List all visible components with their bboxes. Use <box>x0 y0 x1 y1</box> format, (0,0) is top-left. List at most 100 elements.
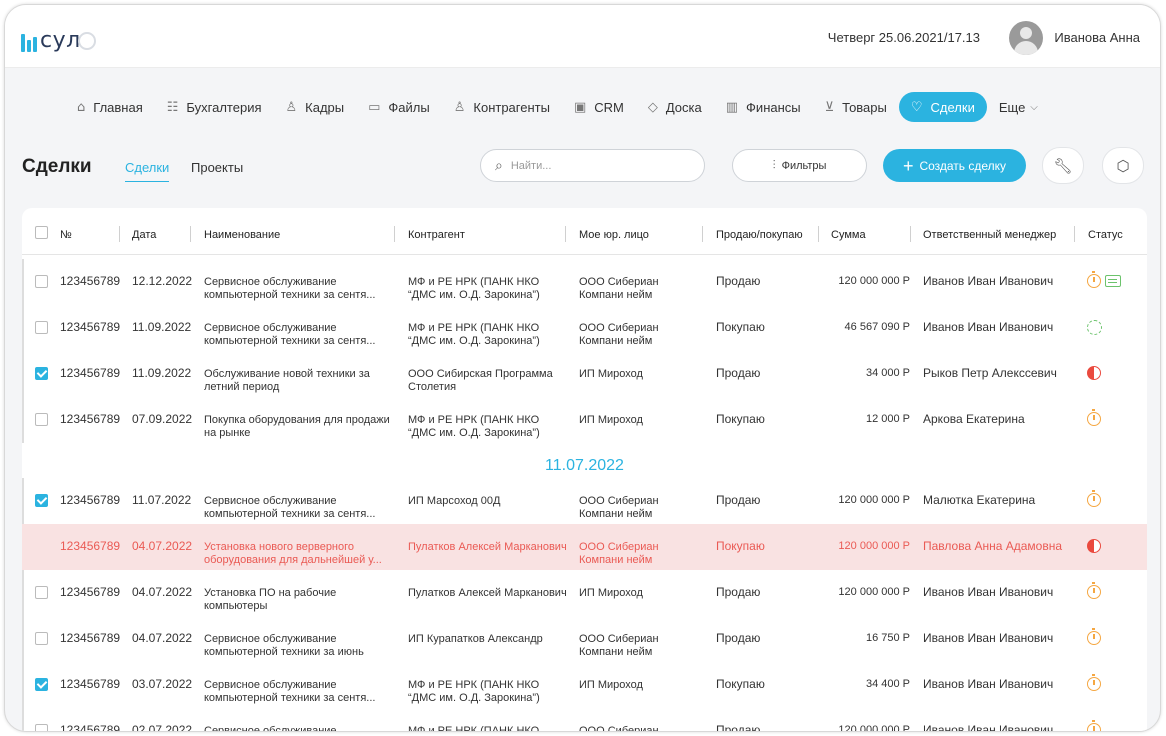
row-accent-bar <box>22 305 24 351</box>
nav-item-3[interactable]: ▭ Файлы <box>356 92 442 122</box>
user-avatar[interactable] <box>1009 21 1043 55</box>
filters-button[interactable]: ⫶ Фильтры <box>732 149 867 182</box>
responsible-manager: Малютка Екатерина <box>923 493 1036 507</box>
row-checkbox[interactable] <box>35 275 48 288</box>
tab-projects[interactable]: Проекты <box>191 160 243 175</box>
deal-number: 123456789 <box>60 631 121 645</box>
status-cell[interactable] <box>1087 271 1121 288</box>
nav-item-10[interactable]: Еще ⌵ <box>987 92 1050 122</box>
nav-item-label: Главная <box>93 99 143 115</box>
row-checkbox[interactable] <box>35 413 48 426</box>
row-checkbox[interactable] <box>35 724 48 731</box>
timer-status-icon <box>1087 628 1101 645</box>
deal-date: 02.07.2022 <box>132 723 193 732</box>
responsible-manager: Иванов Иван Иванович <box>923 320 1054 334</box>
deal-type: Покупаю <box>716 320 765 334</box>
nav-item-6[interactable]: ◇ Доска <box>636 92 714 122</box>
table-row[interactable]: 123456789 07.09.2022 Покупка оборудования … <box>22 397 1147 443</box>
table-row[interactable]: 123456789 02.07.2022 Сервисное обслуживани… <box>22 708 1147 732</box>
folder-icon: ▭ <box>368 99 381 115</box>
status-cell[interactable] <box>1087 366 1101 380</box>
settings-wrench-button[interactable]: 🔧︎ <box>1042 147 1084 184</box>
table-row[interactable]: 123456789 12.12.2022 Сервисное обслуживани… <box>22 259 1147 305</box>
column-header: Ответственный менеджер <box>923 229 1057 241</box>
row-checkbox[interactable] <box>35 494 48 507</box>
tab-deals[interactable]: Сделки <box>125 160 170 182</box>
nav-item-label: Файлы <box>388 99 430 115</box>
row-checkbox[interactable] <box>35 321 48 334</box>
responsible-manager: Аркова Екатерина <box>923 412 1025 426</box>
row-checkbox[interactable] <box>35 678 48 691</box>
deal-date: 04.07.2022 <box>132 631 193 645</box>
deal-sum: 16 750 Р <box>865 632 910 644</box>
invoice-status-icon <box>1105 275 1121 287</box>
row-checkbox[interactable] <box>35 586 48 599</box>
table-row[interactable]: 123456789 03.07.2022 Сервисное обслуживани… <box>22 662 1147 708</box>
deal-date: 11.09.2022 <box>132 320 192 334</box>
pending-status-icon <box>1087 320 1102 335</box>
deal-name: Сервисное обслуживание компьютерной техн… <box>204 495 376 520</box>
row-accent-bar <box>22 570 24 616</box>
deal-number: 123456789 <box>60 366 121 380</box>
status-cell[interactable] <box>1087 320 1102 335</box>
nav-item-label: Товары <box>842 99 887 115</box>
nav-item-0[interactable]: ⌂ Главная <box>65 92 155 122</box>
nav-item-4[interactable]: ♙ Контрагенты <box>442 92 562 122</box>
nav-item-2[interactable]: ♙ Кадры <box>274 92 357 122</box>
status-cell[interactable] <box>1087 409 1101 426</box>
legal-entity: ООО Сибериан Компани нейм <box>579 495 659 520</box>
cube-icon: ⬡ <box>1116 156 1130 175</box>
deal-type: Продаю <box>716 723 761 732</box>
nav-item-8[interactable]: ⊻ Товары <box>813 92 899 122</box>
table-row[interactable]: 123456789 04.07.2022 Установка ПО на рабоч… <box>22 570 1147 616</box>
table-row[interactable]: 123456789 04.07.2022 Установка нового верв… <box>22 524 1147 570</box>
crm-icon: ▣ <box>573 99 587 115</box>
status-cell[interactable] <box>1087 674 1101 691</box>
row-accent-bar <box>22 259 24 305</box>
app-logo[interactable]: сул <box>21 22 96 52</box>
legal-entity: ООО Сибериан Компани нейм <box>579 276 659 301</box>
legal-entity: ООО Сибериан Компани нейм <box>579 541 659 566</box>
cube-button[interactable]: ⬡ <box>1102 147 1144 184</box>
ledger-icon: ☷ <box>166 99 179 115</box>
deal-date: 03.07.2022 <box>132 677 193 691</box>
person-icon: ♙ <box>285 99 298 115</box>
legal-entity: ИП Мироход <box>579 679 643 691</box>
deal-number: 123456789 <box>60 723 121 732</box>
table-row[interactable]: 123456789 11.07.2022 Сервисное обслуживани… <box>22 478 1147 524</box>
main-nav: ⌂ Главная ☷ Бухгалтерия ♙ Кадры ▭ Файлы ♙ Контраг… <box>65 92 1050 122</box>
deal-name: Сервисное обслуживание <box>204 725 337 732</box>
counterparty: МФ и РЕ НРК (ПАНК НКО “ДМС им. О.Д. Заро… <box>408 414 540 439</box>
nav-item-label: Бухгалтерия <box>186 99 262 115</box>
nav-item-label: Сделки <box>930 99 975 115</box>
status-cell[interactable] <box>1087 490 1101 507</box>
status-cell[interactable] <box>1087 720 1101 731</box>
table-row[interactable]: 123456789 04.07.2022 Сервисное обслуживани… <box>22 616 1147 662</box>
deal-sum: 120 000 000 Р <box>838 724 910 732</box>
deal-sum: 12 000 Р <box>865 413 910 425</box>
deals-table: № Дата Наименование Контрагент Мое юр. лицо П… <box>22 208 1147 732</box>
row-checkbox[interactable] <box>35 632 48 645</box>
search-input[interactable] <box>510 159 681 172</box>
column-divider <box>190 226 191 242</box>
user-name[interactable]: Иванова Анна <box>1054 30 1140 45</box>
top-header: сул Четверг 25.06.2021/17.13 Иванова Анн… <box>5 5 1160 68</box>
nav-item-9[interactable]: ♡ Сделки <box>898 92 987 122</box>
status-cell[interactable] <box>1087 628 1101 645</box>
status-cell[interactable] <box>1087 539 1101 553</box>
create-deal-button[interactable]: + Создать сделку <box>883 149 1026 182</box>
column-header: Продаю/покупаю <box>716 229 803 241</box>
table-row[interactable]: 123456789 11.09.2022 Сервисное обслуживани… <box>22 305 1147 351</box>
counterparty: МФ и РЕ НРК (ПАНК НКО <box>408 725 540 732</box>
nav-item-1[interactable]: ☷ Бухгалтерия <box>155 92 274 122</box>
column-divider <box>702 226 703 242</box>
nav-item-5[interactable]: ▣ CRM <box>562 92 636 122</box>
row-checkbox[interactable] <box>35 367 48 380</box>
select-all-checkbox[interactable] <box>35 226 48 239</box>
half-circle-status-icon <box>1087 366 1101 380</box>
nav-item-7[interactable]: ▥ Финансы <box>714 92 813 122</box>
responsible-manager: Рыков Петр Алексcевич <box>923 366 1057 380</box>
nav-item-label: CRM <box>594 99 624 115</box>
table-row[interactable]: 123456789 11.09.2022 Обслуживание новой те… <box>22 351 1147 397</box>
status-cell[interactable] <box>1087 582 1101 599</box>
